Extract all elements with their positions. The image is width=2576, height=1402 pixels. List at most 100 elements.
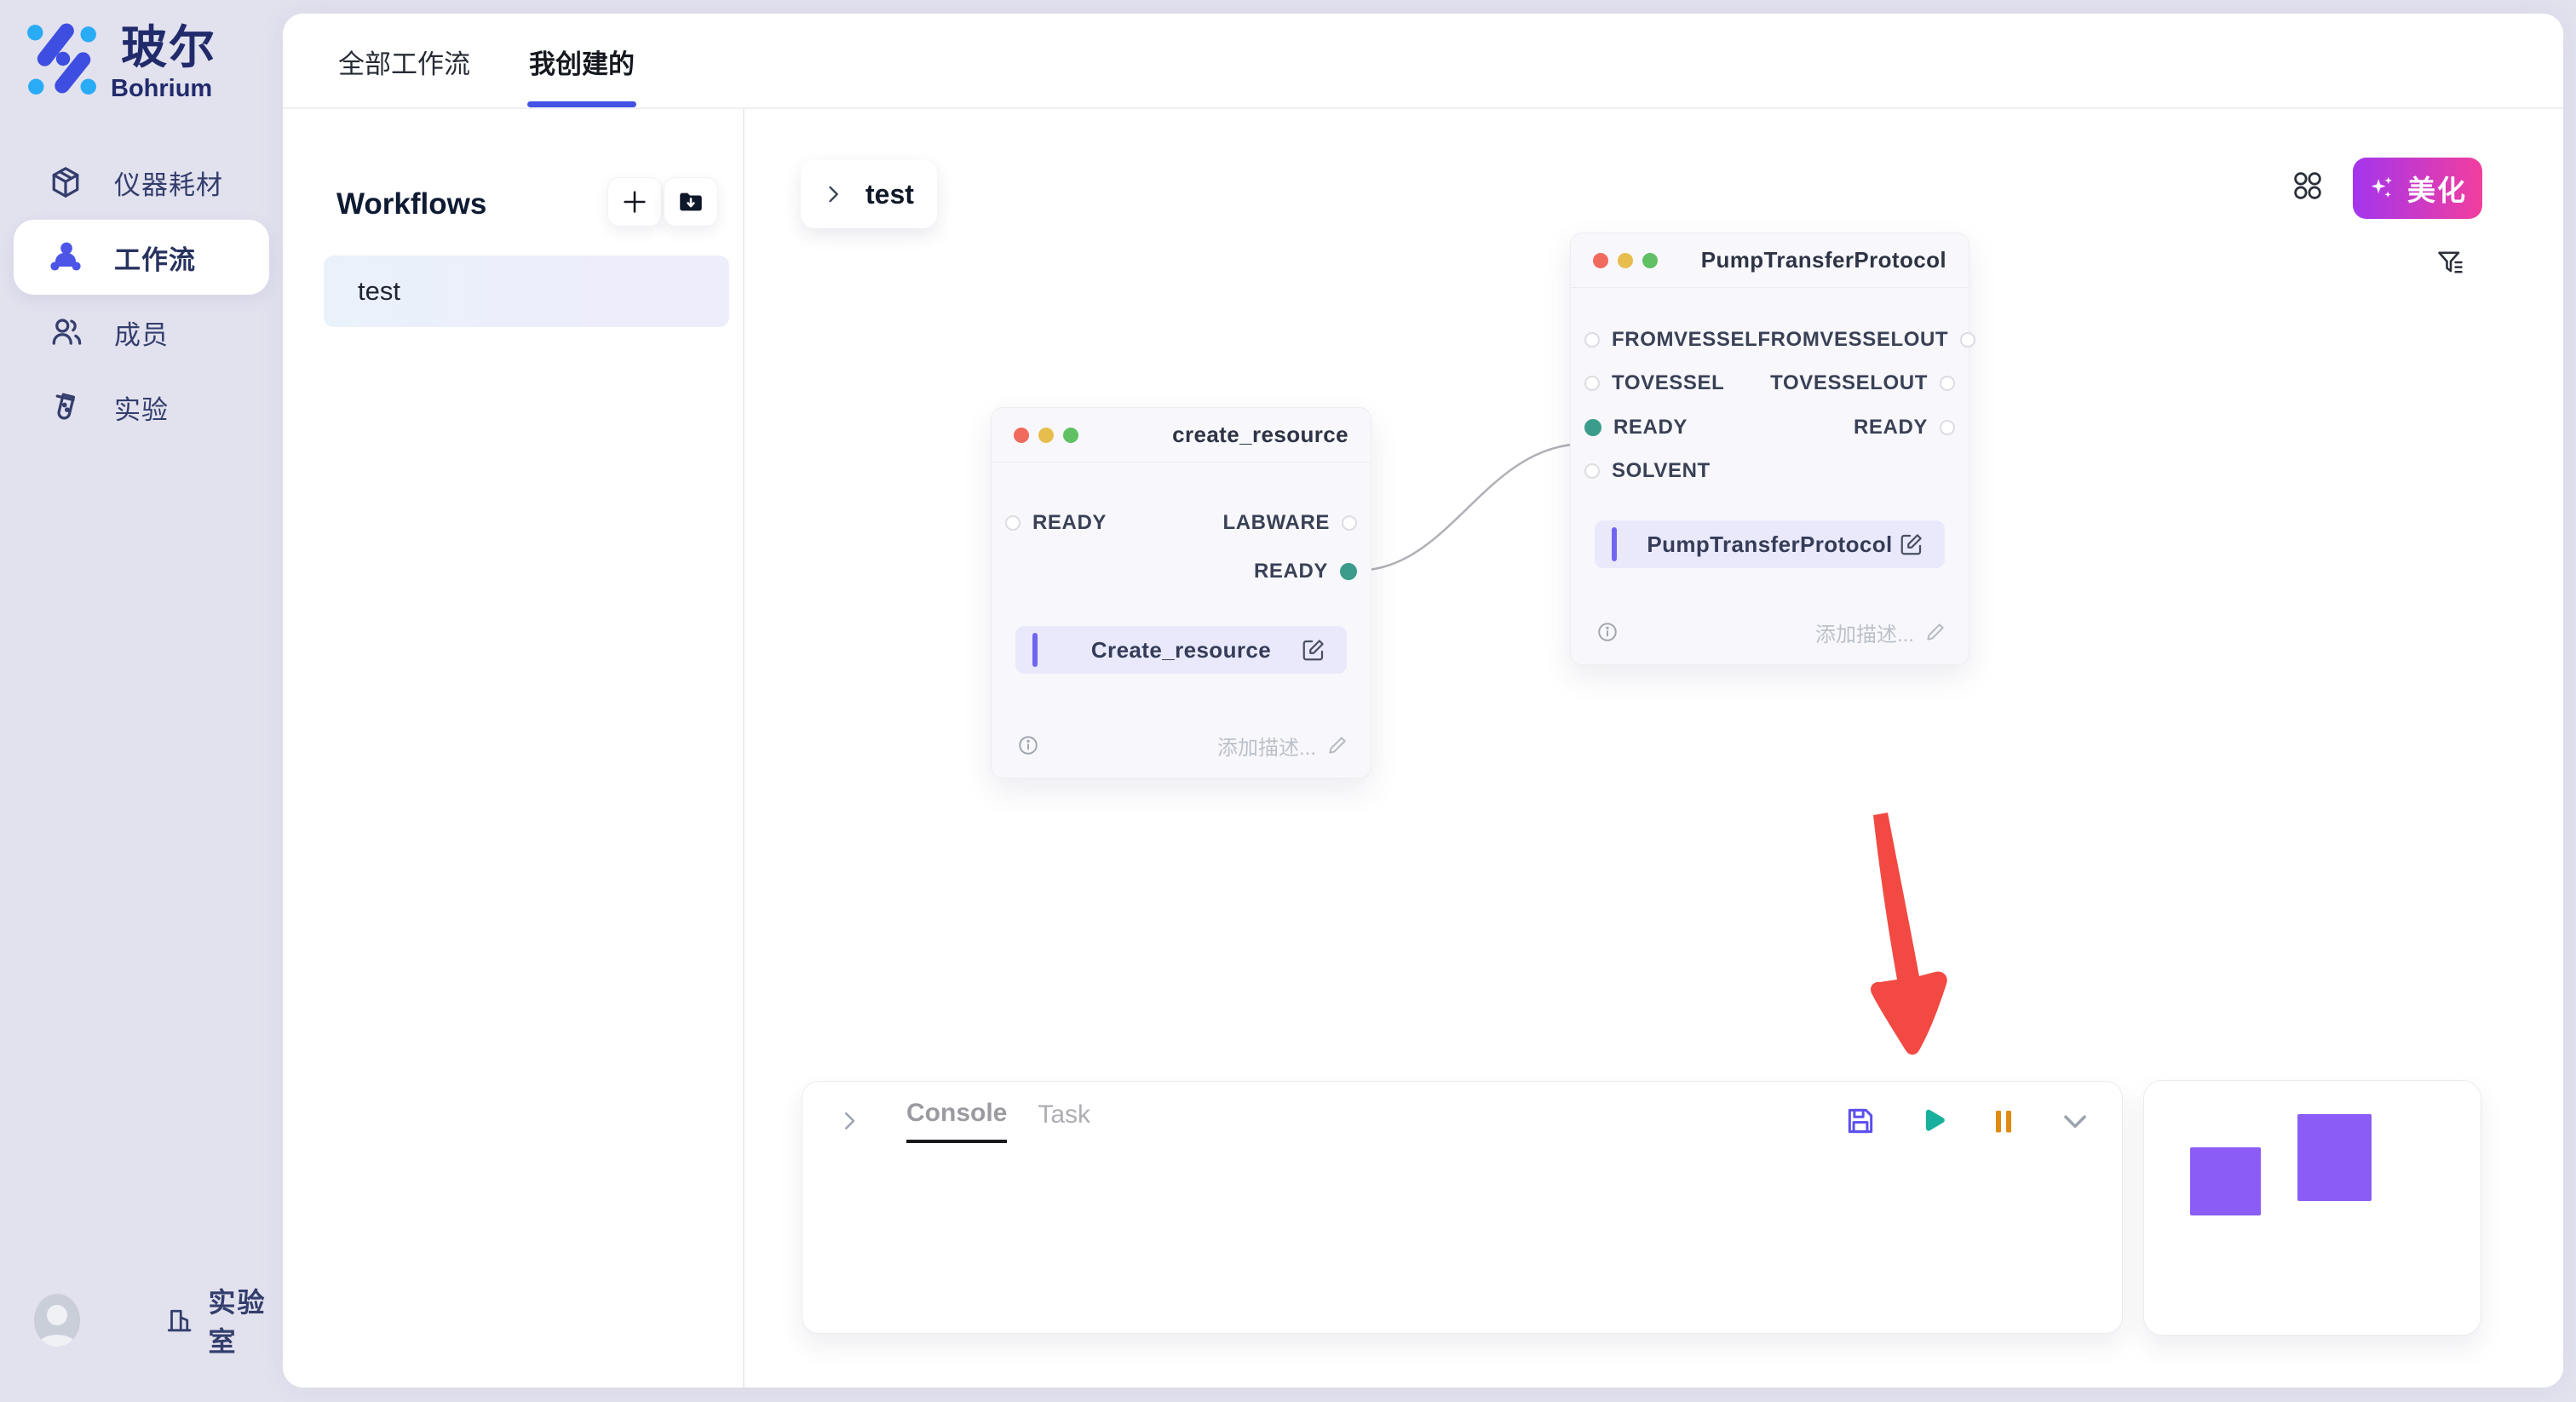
- shortcuts-button[interactable]: [2291, 169, 2325, 203]
- edit-icon[interactable]: [1899, 531, 1924, 557]
- output-port-fromvesselout[interactable]: [1960, 332, 1975, 348]
- breadcrumb-label: test: [865, 179, 914, 210]
- info-icon[interactable]: [1017, 734, 1039, 756]
- sidebar-item-label: 仪器耗材: [114, 164, 223, 202]
- port-label: READY: [1032, 511, 1107, 535]
- import-workflow-button[interactable]: [664, 177, 718, 227]
- tab-all-workflows[interactable]: 全部工作流: [338, 14, 470, 109]
- bohrium-logo-icon: [26, 22, 99, 95]
- input-port-fromvessel[interactable]: [1584, 332, 1600, 348]
- port-label: READY: [1854, 416, 1928, 440]
- minimap[interactable]: [2143, 1080, 2481, 1336]
- node-create-resource[interactable]: create_resource READY LABWARE READY: [991, 407, 1371, 779]
- dot-green-icon: [1642, 253, 1658, 268]
- workflow-tabbar: 全部工作流 我创建的: [283, 14, 2563, 109]
- building-icon: [165, 1303, 194, 1337]
- beautify-label: 美化: [2407, 168, 2467, 209]
- description-placeholder[interactable]: 添加描述...: [1217, 731, 1316, 761]
- beautify-button[interactable]: 美化: [2353, 158, 2482, 219]
- minimap-node-create: [2190, 1147, 2261, 1215]
- node-title: PumpTransferProtocol: [1701, 247, 1946, 273]
- app-root: 玻尔 Bohrium 仪器耗材: [0, 0, 2576, 1402]
- save-icon: [1844, 1105, 1877, 1137]
- node-header: PumpTransferProtocol: [1571, 233, 1969, 288]
- pill-accent-bar: [1612, 527, 1617, 561]
- dot-green-icon: [1063, 428, 1078, 443]
- node-footer: 添加描述...: [1017, 732, 1348, 759]
- input-port-ready-connected[interactable]: [1584, 419, 1601, 436]
- tab-console[interactable]: Console: [906, 1099, 1007, 1143]
- workflow-list-item-test[interactable]: test: [324, 256, 729, 327]
- port-label: FROMVESSEL: [1612, 328, 1757, 352]
- brand-text: 玻尔 Bohrium: [121, 22, 216, 103]
- output-port-ready-connected[interactable]: [1340, 563, 1357, 580]
- members-icon: [48, 314, 83, 350]
- node-footer: 添加描述...: [1596, 618, 1946, 646]
- output-port-tovesselout[interactable]: [1940, 376, 1955, 391]
- port-label: SOLVENT: [1612, 459, 1711, 483]
- sidebar-item-label: 工作流: [114, 238, 196, 277]
- output-port-ready[interactable]: [1940, 420, 1955, 435]
- traffic-dots: [1014, 428, 1078, 443]
- chevron-down-icon: [2059, 1104, 2091, 1138]
- sidebar-item-experiment[interactable]: 实验: [14, 370, 269, 445]
- input-port-ready[interactable]: [1005, 515, 1021, 531]
- sparkles-icon: [2368, 174, 2397, 203]
- edit-icon[interactable]: [1301, 637, 1326, 663]
- user-avatar[interactable]: [34, 1294, 80, 1347]
- run-button[interactable]: [1916, 1105, 1948, 1137]
- dot-yellow-icon: [1618, 253, 1633, 268]
- sidebar-nav: 仪器耗材 工作流: [14, 145, 269, 445]
- traffic-dots: [1593, 253, 1658, 268]
- node-title: create_resource: [1172, 422, 1348, 448]
- input-port-tovessel[interactable]: [1584, 376, 1600, 391]
- port-label: LABWARE: [1222, 511, 1330, 535]
- port-label: TOVESSEL: [1612, 371, 1724, 395]
- sidebar-footer: 实验室: [34, 1281, 283, 1359]
- breadcrumb[interactable]: test: [801, 160, 937, 228]
- sidebar-item-instruments[interactable]: 仪器耗材: [14, 145, 269, 220]
- pencil-icon[interactable]: [1326, 734, 1348, 756]
- tab-task[interactable]: Task: [1038, 1100, 1090, 1141]
- console-actions: [1844, 1105, 2091, 1137]
- description-placeholder[interactable]: 添加描述...: [1815, 618, 1914, 647]
- add-workflow-button[interactable]: [607, 177, 662, 227]
- workflow-list-panel: Workflows test: [283, 109, 745, 1388]
- save-button[interactable]: [1844, 1105, 1877, 1137]
- info-icon[interactable]: [1596, 621, 1619, 643]
- node-header: create_resource: [992, 408, 1371, 463]
- edge-create-to-pump: [1356, 444, 1585, 571]
- package-icon: [48, 164, 83, 200]
- node-action-pill[interactable]: Create_resource: [1015, 626, 1347, 674]
- input-port-solvent[interactable]: [1584, 463, 1600, 479]
- command-icon: [2291, 169, 2325, 203]
- workflow-panel-title: Workflows: [336, 187, 486, 221]
- pause-button[interactable]: [1987, 1105, 2020, 1137]
- collapse-chevron-icon[interactable]: [837, 1108, 862, 1134]
- workflow-canvas[interactable]: test 美化: [745, 109, 2563, 1388]
- lab-switcher[interactable]: 实验室: [165, 1281, 283, 1359]
- dot-red-icon: [1014, 428, 1029, 443]
- pause-icon: [1988, 1106, 2019, 1136]
- collapse-panel-button[interactable]: [2059, 1105, 2091, 1137]
- node-action-pill[interactable]: PumpTransferProtocol: [1595, 520, 1945, 568]
- brand-logo[interactable]: 玻尔 Bohrium: [26, 22, 216, 103]
- sidebar-item-members[interactable]: 成员: [14, 295, 269, 370]
- workflow-icon: [48, 239, 83, 275]
- lab-label: 实验室: [208, 1281, 283, 1359]
- sidebar-item-workflow[interactable]: 工作流: [14, 220, 269, 295]
- filter-button[interactable]: [2435, 247, 2466, 278]
- brand-name-en: Bohrium: [111, 75, 216, 103]
- pencil-icon[interactable]: [1924, 621, 1946, 643]
- minimap-node-pump: [2297, 1114, 2372, 1201]
- filter-icon: [2435, 247, 2466, 278]
- active-tab-underline: [527, 101, 636, 107]
- sidebar-item-label: 成员: [114, 313, 169, 352]
- dot-red-icon: [1593, 253, 1608, 268]
- node-pump-transfer-protocol[interactable]: PumpTransferProtocol FROMVESSEL FROMVESS…: [1570, 233, 1969, 665]
- output-port-labware[interactable]: [1342, 515, 1357, 531]
- main-panel: 全部工作流 我创建的 Workflows test: [283, 14, 2563, 1388]
- pill-label: PumpTransferProtocol: [1647, 531, 1892, 558]
- port-label: READY: [1254, 560, 1328, 583]
- tab-my-created[interactable]: 我创建的: [529, 14, 635, 109]
